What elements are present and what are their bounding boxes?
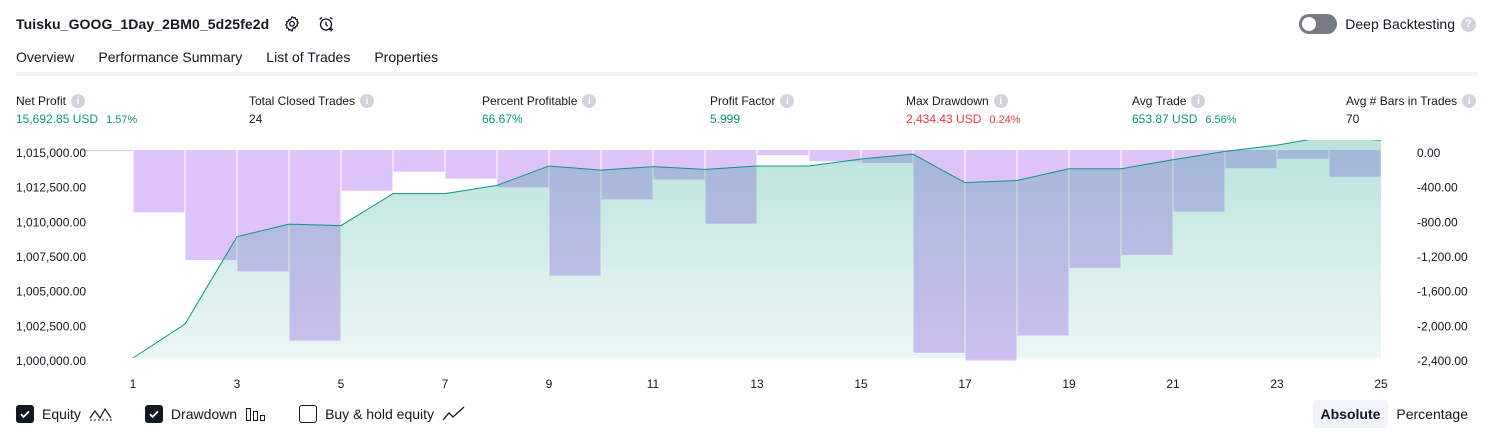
absolute-button[interactable]: Absolute: [1312, 400, 1389, 428]
metric-percent: 6.56%: [1205, 114, 1237, 126]
y-left-tick-label: 1,005,000.00: [16, 285, 86, 299]
drawdown-bar: [757, 150, 809, 156]
drawdown-bar: [809, 150, 861, 162]
x-tick-label: 9: [546, 377, 553, 391]
metric-label: Net Profit: [16, 94, 67, 108]
y-left-tick-label: 1,010,000.00: [16, 215, 86, 229]
x-tick-label: 15: [854, 377, 868, 391]
info-icon[interactable]: i: [71, 94, 86, 108]
metric-max-drawdown: Max Drawdown i 2,434.43 USD 0.24%: [906, 93, 1021, 128]
deep-backtesting: Deep Backtesting ?: [1299, 13, 1476, 35]
metric-percent: 1.57%: [106, 114, 138, 126]
x-tick-label: 7: [442, 377, 449, 391]
metric-value: 15,692.85 USD: [16, 112, 99, 126]
drawdown-bar: [393, 150, 445, 172]
info-icon[interactable]: i: [582, 94, 597, 108]
equity-checkbox[interactable]: [16, 405, 34, 423]
legend-equity[interactable]: Equity: [16, 405, 113, 423]
metric-profit-factor: Profit Factor i 5.999: [710, 93, 795, 128]
metric-avg-trade: Avg Trade i 653.87 USD 6.56%: [1132, 93, 1237, 128]
x-tick-label: 11: [647, 377, 660, 391]
y-left-tick-label: 1,012,500.00: [16, 181, 86, 195]
drawdown-bar: [341, 150, 393, 191]
legend-label: Drawdown: [170, 406, 238, 422]
metric-value: 70: [1346, 112, 1360, 126]
info-icon[interactable]: i: [1462, 94, 1477, 108]
metric-label: Avg Trade: [1132, 94, 1187, 108]
metric-value: 2,434.43 USD: [906, 112, 982, 126]
y-left-tick-label: 1,015,000.00: [16, 146, 86, 160]
drawdown-bar: [445, 150, 497, 179]
y-right-tick-label: -400.00: [1417, 181, 1458, 195]
x-tick-label: 23: [1270, 377, 1284, 391]
y-right-tick-label: -2,400.00: [1417, 354, 1468, 368]
metric-value: 653.87 USD: [1132, 112, 1198, 126]
buy-hold-checkbox[interactable]: [299, 405, 318, 423]
x-tick-label: 1: [130, 377, 137, 391]
x-tick-label: 21: [1166, 377, 1180, 391]
buy-hold-line-icon: [442, 406, 466, 422]
info-icon[interactable]: i: [1191, 94, 1206, 108]
x-tick-label: 13: [750, 377, 764, 391]
chart-legend: Equity Drawdown Buy & hold equity: [16, 404, 498, 424]
drawdown-bar: [81, 150, 133, 151]
drawdown-checkbox[interactable]: [144, 405, 163, 423]
metric-label: Avg # Bars in Trades: [1346, 94, 1458, 108]
info-icon[interactable]: i: [780, 94, 795, 108]
x-tick-label: 5: [338, 377, 345, 391]
y-right-tick-label: -2,000.00: [1417, 319, 1468, 333]
y-right-tick-label: 0.00: [1417, 146, 1441, 160]
legend-buy-hold-equity[interactable]: Buy & hold equity: [299, 405, 466, 423]
metric-avg-bars-in-trades: Avg # Bars in Trades i 70: [1346, 93, 1477, 128]
y-left-tick-label: 1,002,500.00: [16, 319, 86, 333]
metric-label: Percent Profitable: [482, 94, 578, 108]
y-right-tick-label: -1,200.00: [1417, 250, 1468, 264]
drawdown-bars-icon: [245, 406, 267, 422]
x-tick-label: 3: [234, 377, 241, 391]
info-icon[interactable]: i: [360, 94, 375, 108]
equity-line-icon: [89, 406, 113, 422]
drawdown-bar: [185, 150, 237, 261]
strategy-title: Tuisku_GOOG_1Day_2BM0_5d25fe2d: [16, 16, 270, 32]
x-tick-label: 17: [958, 377, 972, 391]
tabs-divider: [16, 72, 1478, 76]
metric-value: 5.999: [710, 112, 741, 126]
help-icon[interactable]: ?: [1461, 16, 1476, 32]
percentage-button[interactable]: Percentage: [1388, 400, 1476, 428]
strategy-header: Tuisku_GOOG_1Day_2BM0_5d25fe2d: [16, 12, 337, 36]
metric-percent-profitable: Percent Profitable i 66.67%: [482, 93, 597, 128]
x-tick-label: 19: [1062, 377, 1076, 391]
metric-label: Profit Factor: [710, 94, 776, 108]
add-alert-icon[interactable]: [315, 13, 337, 35]
deep-backtesting-toggle[interactable]: [1299, 14, 1338, 34]
gear-icon[interactable]: [281, 13, 303, 35]
metric-net-profit: Net Profit i 15,692.85 USD 1.57%: [16, 93, 137, 128]
metric-value: 24: [249, 112, 263, 126]
legend-drawdown[interactable]: Drawdown: [144, 405, 267, 423]
y-right-tick-label: -1,600.00: [1417, 285, 1468, 299]
x-tick-label: 25: [1374, 377, 1388, 391]
metric-label: Total Closed Trades: [249, 94, 356, 108]
drawdown-bar: [133, 150, 185, 213]
deep-backtesting-label: Deep Backtesting: [1345, 16, 1455, 32]
equity-drawdown-chart: 1,015,000.00 1,012,500.00 1,010,000.00 1,00…: [16, 140, 1468, 391]
scale-mode-toggle: Absolute Percentage: [1312, 400, 1477, 428]
y-left-tick-label: 1,007,500.00: [16, 250, 86, 264]
metric-percent: 0.24%: [989, 114, 1021, 126]
metric-value: 66.67%: [482, 112, 523, 126]
y-right-tick-label: -800.00: [1417, 215, 1458, 229]
legend-label: Buy & hold equity: [325, 406, 435, 422]
y-left-tick-label: 1,000,000.00: [16, 354, 86, 368]
metric-total-closed-trades: Total Closed Trades i 24: [249, 93, 375, 128]
legend-label: Equity: [42, 406, 81, 422]
metric-label: Max Drawdown: [906, 94, 989, 108]
info-icon[interactable]: i: [993, 94, 1008, 108]
